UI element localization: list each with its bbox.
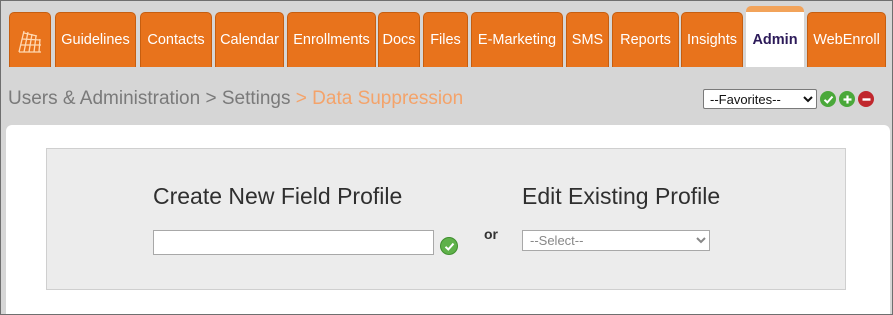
breadcrumb-separator: > — [290, 88, 313, 109]
tab-enrollments[interactable]: Enrollments — [287, 12, 376, 67]
tab-sms[interactable]: SMS — [566, 12, 609, 67]
add-icon[interactable] — [839, 91, 855, 107]
tab-docs[interactable]: Docs — [378, 12, 420, 67]
tab-calendar[interactable]: Calendar — [215, 12, 284, 67]
remove-icon[interactable] — [858, 91, 874, 107]
tab-admin[interactable]: Admin — [746, 6, 804, 67]
or-label: or — [484, 226, 498, 242]
breadcrumb-settings[interactable]: Settings — [222, 88, 291, 109]
create-profile-heading: Create New Field Profile — [153, 183, 403, 209]
breadcrumb-users-administration[interactable]: Users & Administration — [8, 88, 200, 109]
edit-profile-heading: Edit Existing Profile — [522, 183, 721, 209]
confirm-check-icon[interactable] — [440, 237, 458, 255]
tab-e-marketing[interactable]: E-Marketing — [471, 12, 563, 67]
main-nav-tabs: Guidelines Contacts Calendar Enrollments… — [1, 1, 892, 71]
tab-contacts[interactable]: Contacts — [140, 12, 212, 67]
breadcrumb: Users & Administration > Settings > Data… — [8, 88, 463, 110]
tab-reports[interactable]: Reports — [612, 12, 679, 67]
home-logo-tab[interactable] — [9, 12, 51, 67]
tab-insights[interactable]: Insights — [681, 12, 743, 67]
app-window: Guidelines Contacts Calendar Enrollments… — [0, 0, 893, 315]
tab-files[interactable]: Files — [423, 12, 468, 67]
check-icon[interactable] — [820, 91, 836, 107]
tab-guidelines[interactable]: Guidelines — [55, 12, 136, 67]
favorites-select[interactable]: --Favorites-- — [703, 89, 817, 109]
breadcrumb-current-page: Data Suppression — [312, 88, 464, 109]
existing-profile-select[interactable]: --Select-- — [522, 230, 710, 251]
tab-webenroll[interactable]: WebEnroll — [807, 12, 886, 67]
content-panel: Create New Field Profile or Edit Existin… — [6, 125, 890, 314]
new-profile-name-input[interactable] — [153, 230, 434, 255]
profile-form-box: Create New Field Profile or Edit Existin… — [46, 148, 846, 290]
stadium-grid-logo-icon — [18, 30, 41, 53]
favorites-toolbar: --Favorites-- — [703, 89, 874, 109]
breadcrumb-separator: > — [200, 88, 222, 109]
